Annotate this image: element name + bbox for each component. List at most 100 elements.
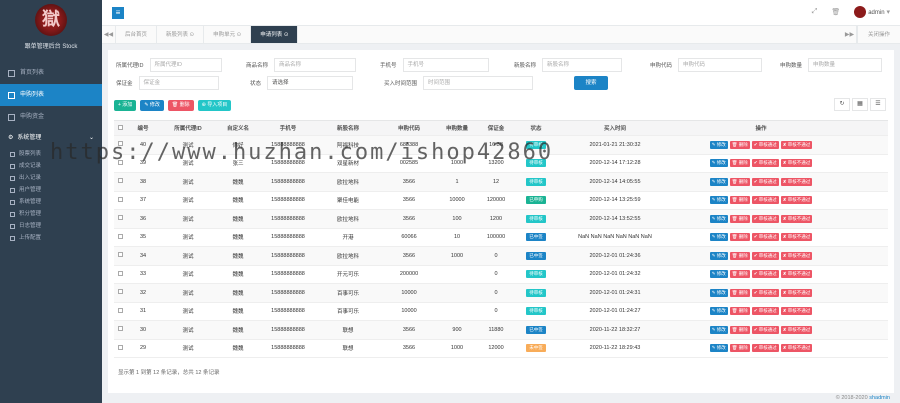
row-edit-button[interactable]: ✎ 修改 [709, 325, 728, 334]
row-reject-button[interactable]: ✘ 审核不通过 [780, 325, 813, 334]
row-delete-button[interactable]: 🗑 删除 [729, 214, 750, 223]
tab-stock-list[interactable]: 新股列表 ⊙ [157, 26, 205, 43]
sidebar-item-home[interactable]: 首页列表 [0, 62, 102, 84]
sidebar-subitem[interactable]: 系统管理 [0, 196, 102, 208]
list-view-icon[interactable]: ☰ [870, 98, 886, 111]
checkbox[interactable] [117, 196, 123, 202]
tab-apply-list[interactable]: 申请列表 ⊙ [251, 26, 299, 43]
refresh-icon[interactable]: ↻ [834, 98, 850, 111]
row-reject-button[interactable]: ✘ 审核不通过 [780, 214, 813, 223]
row-edit-button[interactable]: ✎ 修改 [709, 177, 728, 186]
row-approve-button[interactable]: ✔ 审核通过 [751, 251, 779, 260]
row-approve-button[interactable]: ✔ 审核通过 [751, 270, 779, 279]
checkbox[interactable] [117, 141, 123, 147]
row-edit-button[interactable]: ✎ 修改 [709, 307, 728, 316]
row-approve-button[interactable]: ✔ 审核通过 [751, 196, 779, 205]
select-all-checkbox[interactable] [114, 124, 126, 132]
sidebar-item-funds[interactable]: 申购资金 [0, 106, 102, 128]
menu-toggle-icon[interactable]: ≡ [112, 7, 124, 19]
time-range-input[interactable]: 时间范围 [423, 76, 534, 90]
columns-icon[interactable]: ▦ [852, 98, 868, 111]
row-checkbox[interactable] [114, 141, 126, 148]
checkbox[interactable] [117, 270, 123, 276]
row-reject-button[interactable]: ✘ 审核不通过 [780, 159, 813, 168]
row-approve-button[interactable]: ✔ 审核通过 [751, 214, 779, 223]
row-edit-button[interactable]: ✎ 修改 [709, 270, 728, 279]
row-checkbox[interactable] [114, 307, 126, 315]
sidebar-subitem[interactable]: 积分管理 [0, 208, 102, 220]
row-reject-button[interactable]: ✘ 审核不通过 [780, 344, 813, 353]
checkbox[interactable] [117, 252, 123, 258]
stock-name-input[interactable]: 新股名称 [542, 58, 623, 72]
row-delete-button[interactable]: 🗑 删除 [729, 288, 750, 297]
tab-home[interactable]: 后台首页 [116, 26, 158, 43]
row-reject-button[interactable]: ✘ 审核不通过 [780, 177, 813, 186]
row-reject-button[interactable]: ✘ 审核不通过 [780, 251, 813, 260]
row-checkbox[interactable] [114, 326, 126, 333]
row-edit-button[interactable]: ✎ 修改 [709, 140, 728, 149]
row-delete-button[interactable]: 🗑 删除 [729, 307, 750, 316]
row-edit-button[interactable]: ✎ 修改 [709, 159, 728, 168]
search-button[interactable]: 搜索 [574, 76, 608, 90]
row-reject-button[interactable]: ✘ 审核不通过 [780, 140, 813, 149]
row-reject-button[interactable]: ✘ 审核不通过 [780, 196, 813, 205]
checkbox[interactable] [117, 215, 123, 221]
row-checkbox[interactable] [114, 233, 126, 241]
sidebar-subitem[interactable]: 日志管理 [0, 220, 102, 232]
row-checkbox[interactable] [114, 252, 126, 259]
delete-button[interactable]: 🗑 删除 [167, 100, 194, 111]
row-approve-button[interactable]: ✔ 审核通过 [751, 140, 779, 149]
qty-input[interactable]: 申购数量 [808, 58, 883, 72]
row-delete-button[interactable]: 🗑 删除 [729, 177, 750, 186]
margin-input[interactable]: 保证金 [138, 76, 219, 90]
user-menu[interactable]: admin ▾ [854, 6, 890, 18]
row-checkbox[interactable] [114, 178, 126, 185]
phone-input[interactable]: 手机号 [402, 58, 489, 72]
row-delete-button[interactable]: 🗑 删除 [729, 344, 750, 353]
trash-icon[interactable]: 🗑 [831, 8, 840, 16]
checkbox[interactable] [117, 344, 123, 350]
checkbox[interactable] [117, 289, 123, 295]
row-delete-button[interactable]: 🗑 删除 [729, 251, 750, 260]
tabs-next-button[interactable]: ▶▶ [843, 26, 857, 43]
checkbox[interactable] [117, 124, 123, 130]
row-approve-button[interactable]: ✔ 审核通过 [751, 159, 779, 168]
row-checkbox[interactable] [114, 159, 126, 167]
row-approve-button[interactable]: ✔ 审核通过 [751, 177, 779, 186]
row-checkbox[interactable] [114, 215, 126, 222]
row-delete-button[interactable]: 🗑 删除 [729, 196, 750, 205]
row-reject-button[interactable]: ✘ 审核不通过 [780, 233, 813, 242]
row-checkbox[interactable] [114, 344, 126, 352]
checkbox[interactable] [117, 178, 123, 184]
row-checkbox[interactable] [114, 196, 126, 204]
row-edit-button[interactable]: ✎ 修改 [709, 233, 728, 242]
add-button[interactable]: + 添加 [114, 100, 137, 111]
row-reject-button[interactable]: ✘ 审核不通过 [780, 270, 813, 279]
sidebar-group-system[interactable]: ⚙ 系统管理 ⌄ [0, 128, 102, 148]
row-checkbox[interactable] [114, 270, 126, 278]
tab-apply-unit[interactable]: 申购单元 ⊙ [204, 26, 252, 43]
sidebar-subitem[interactable]: 股票列表 [0, 148, 102, 160]
row-approve-button[interactable]: ✔ 审核通过 [751, 307, 779, 316]
row-edit-button[interactable]: ✎ 修改 [709, 251, 728, 260]
sidebar-subitem[interactable]: 成交记录 [0, 160, 102, 172]
agent-id-input[interactable]: 所属代理ID [149, 58, 222, 72]
row-approve-button[interactable]: ✔ 审核通过 [751, 233, 779, 242]
row-approve-button[interactable]: ✔ 审核通过 [751, 325, 779, 334]
row-reject-button[interactable]: ✘ 审核不通过 [780, 288, 813, 297]
fullscreen-icon[interactable]: ⤢ [812, 8, 818, 16]
product-input[interactable]: 商品名称 [274, 58, 357, 72]
row-checkbox[interactable] [114, 289, 126, 296]
export-button[interactable]: ⊕ 导入项目 [197, 100, 232, 111]
close-ops-button[interactable]: 关闭操作 [856, 26, 900, 43]
row-delete-button[interactable]: 🗑 删除 [729, 325, 750, 334]
row-delete-button[interactable]: 🗑 删除 [729, 159, 750, 168]
sidebar-subitem[interactable]: 上传配置 [0, 232, 102, 244]
row-approve-button[interactable]: ✔ 审核通过 [751, 344, 779, 353]
row-edit-button[interactable]: ✎ 修改 [709, 344, 728, 353]
sidebar-subitem[interactable]: 用户管理 [0, 184, 102, 196]
checkbox[interactable] [117, 233, 123, 239]
checkbox[interactable] [117, 307, 123, 313]
row-delete-button[interactable]: 🗑 删除 [729, 270, 750, 279]
edit-button[interactable]: ✎ 修改 [140, 100, 164, 111]
